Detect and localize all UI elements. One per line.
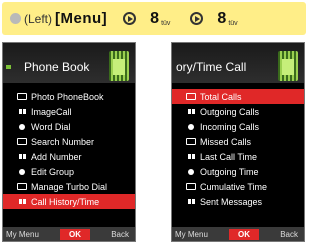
screen-title: Phone Book: [24, 60, 90, 74]
menu-item[interactable]: Sent Messages: [172, 194, 304, 209]
menu-item[interactable]: Photo PhoneBook: [3, 89, 135, 104]
total-calls-icon: [186, 93, 196, 100]
softkey-bar: My Menu OK Back: [172, 227, 304, 241]
menu-item[interactable]: Last Call Time: [172, 149, 304, 164]
softkey-ok[interactable]: OK: [229, 228, 260, 240]
menu-item[interactable]: Incoming Calls: [172, 119, 304, 134]
menu-item[interactable]: Search Number: [3, 134, 135, 149]
menu-item-label: Incoming Calls: [200, 121, 260, 132]
menu-item-label: Edit Group: [31, 166, 75, 177]
key-letters: tüv: [228, 19, 238, 27]
missed-calls-icon: [186, 138, 196, 145]
edit-group-icon: [17, 168, 27, 175]
keypad-key-8: 8 tüv: [150, 9, 171, 27]
softkey-my-menu[interactable]: My Menu: [6, 230, 39, 239]
key-number: 8: [217, 9, 227, 27]
menu-item[interactable]: Total Calls: [172, 89, 304, 104]
menu-item-label: Add Number: [31, 151, 82, 162]
softkey-my-menu[interactable]: My Menu: [175, 230, 208, 239]
phonebook-graphic-icon: [109, 51, 129, 81]
softkey-back[interactable]: Back: [111, 230, 129, 239]
menu-item-label: Outgoing Calls: [200, 106, 260, 117]
image-call-icon: [17, 108, 27, 115]
menu-item-label: Call History/Time: [31, 196, 100, 207]
left-softkey-label: (Left): [24, 11, 53, 26]
next-arrow-icon: [123, 12, 137, 25]
add-number-icon: [17, 153, 27, 160]
menu-item-label: Outgoing Time: [200, 166, 259, 177]
outgoing-calls-icon: [186, 108, 196, 115]
menu-item-label: Last Call Time: [200, 151, 258, 162]
softkey-bar: My Menu OK Back: [3, 227, 135, 241]
title-bar: Phone Book: [3, 43, 135, 83]
menu-item[interactable]: Missed Calls: [172, 134, 304, 149]
menu-item-label: Sent Messages: [200, 196, 263, 207]
menu-item-label: ImageCall: [31, 106, 72, 117]
menu-item-label: Search Number: [31, 136, 95, 147]
menu-item-label: Cumulative Time: [200, 181, 268, 192]
screen-title: ory/Time Call: [176, 60, 247, 74]
sent-messages-icon: [186, 198, 196, 205]
next-arrow-icon: [190, 12, 204, 25]
menu-item[interactable]: ImageCall: [3, 104, 135, 119]
menu-item[interactable]: Cumulative Time: [172, 179, 304, 194]
search-icon: [17, 138, 27, 145]
menu-item-label: Word Dial: [31, 121, 71, 132]
call-graphic-icon: [278, 51, 298, 81]
bullet-dot-icon: [10, 13, 21, 24]
softkey-ok[interactable]: OK: [60, 228, 91, 240]
page-indicator-icon: [6, 65, 11, 69]
last-call-time-icon: [186, 153, 196, 160]
keypad-key-8: 8 tüv: [217, 9, 238, 27]
key-letters: tüv: [161, 19, 171, 27]
menu-item-label: Manage Turbo Dial: [31, 181, 108, 192]
menu-item-label: Missed Calls: [200, 136, 252, 147]
call-history-icon: [17, 198, 27, 205]
turbo-dial-icon: [17, 183, 27, 190]
outgoing-time-icon: [186, 168, 196, 175]
menu-item[interactable]: Add Number: [3, 149, 135, 164]
word-dial-icon: [17, 123, 27, 130]
instruction-banner: (Left) [Menu] 8 tüv 8 tüv: [2, 2, 306, 35]
menu-item[interactable]: Outgoing Calls: [172, 104, 304, 119]
menu-item[interactable]: Call History/Time: [3, 194, 135, 209]
incoming-calls-icon: [186, 123, 196, 130]
menu-key-label: [Menu]: [55, 10, 108, 27]
photo-phonebook-icon: [17, 93, 27, 100]
title-bar: ory/Time Call: [172, 43, 304, 83]
key-number: 8: [150, 9, 160, 27]
phone-screen-phonebook: Phone Book Photo PhoneBook ImageCall Word …: [2, 42, 136, 242]
phone-screen-call-history: ory/Time Call Total Calls Outgoing Calls I…: [171, 42, 305, 242]
menu-item[interactable]: Word Dial: [3, 119, 135, 134]
menu-list: Photo PhoneBook ImageCall Word Dial Search …: [3, 89, 135, 209]
menu-list: Total Calls Outgoing Calls Incoming Calls M…: [172, 89, 304, 209]
menu-item-label: Total Calls: [200, 91, 242, 102]
menu-item[interactable]: Manage Turbo Dial: [3, 179, 135, 194]
menu-item[interactable]: Outgoing Time: [172, 164, 304, 179]
menu-item-label: Photo PhoneBook: [31, 91, 104, 102]
cumulative-time-icon: [186, 183, 196, 190]
softkey-back[interactable]: Back: [280, 230, 298, 239]
menu-item[interactable]: Edit Group: [3, 164, 135, 179]
